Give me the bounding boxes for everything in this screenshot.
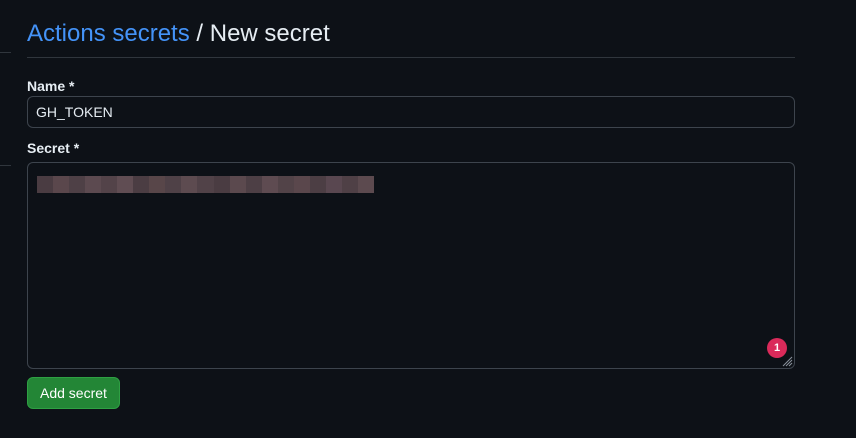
breadcrumb-current: New secret [209, 20, 330, 47]
secret-textarea[interactable]: 1 [27, 162, 795, 369]
page-header: Actions secrets / New secret [27, 0, 795, 58]
page-title: Actions secrets / New secret [27, 19, 795, 49]
redacted-secret-value [37, 176, 374, 193]
resize-handle-icon[interactable] [781, 355, 793, 367]
side-divider [0, 52, 11, 53]
add-secret-button[interactable]: Add secret [27, 377, 120, 409]
secret-label: Secret * [27, 140, 80, 156]
breadcrumb-separator: / [196, 20, 204, 47]
breadcrumb-actions-secrets-link[interactable]: Actions secrets [27, 20, 190, 47]
new-secret-page: Actions secrets / New secret Name * GH_T… [27, 0, 795, 409]
name-label: Name * [27, 78, 75, 94]
name-input[interactable]: GH_TOKEN [27, 96, 795, 128]
side-divider [0, 165, 11, 166]
